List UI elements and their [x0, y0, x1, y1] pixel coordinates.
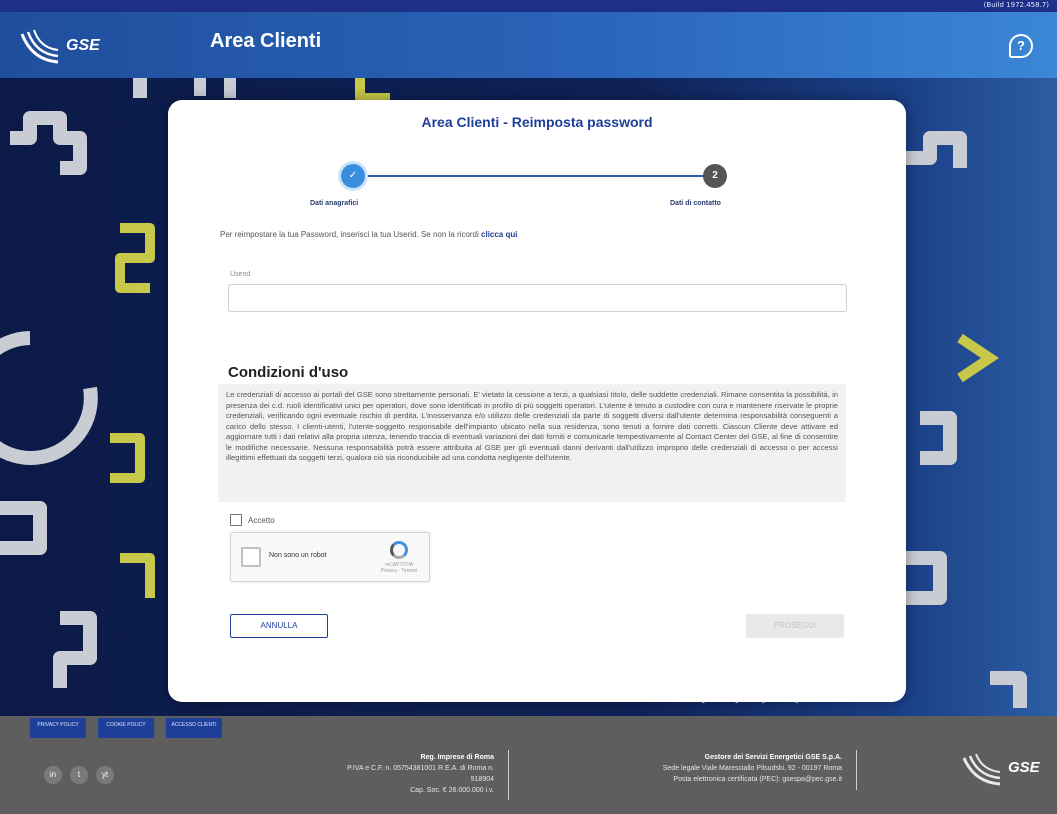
- accept-terms[interactable]: Accetto: [230, 514, 275, 526]
- step-1-checkmark-icon: ✓: [341, 164, 365, 188]
- header: GSE Area Clienti ?: [0, 12, 1057, 78]
- help-icon[interactable]: ?: [1009, 34, 1033, 58]
- terms-title: Condizioni d'uso: [228, 364, 349, 381]
- gse-logo[interactable]: GSE: [18, 26, 108, 68]
- svg-text:GSE: GSE: [1008, 759, 1041, 776]
- intro-message: Per reimpostare la tua Password, inseris…: [220, 230, 479, 239]
- recaptcha-logo-icon: reCAPTCHA Privacy - Termini: [379, 541, 419, 574]
- twitter-icon[interactable]: t: [70, 766, 88, 784]
- recover-userid-link[interactable]: clicca qui: [481, 230, 517, 239]
- terms-text: Le credenziali di accesso ai portali del…: [226, 390, 838, 462]
- footer-divider: [508, 750, 509, 800]
- recaptcha-checkbox[interactable]: [241, 547, 261, 567]
- recaptcha-small-text: reCAPTCHA Privacy - Termini: [380, 562, 418, 574]
- cookie-policy-link[interactable]: COOKIE POLICY: [98, 718, 154, 738]
- reset-password-card: Area Clienti - Reimposta password ✓ 2 Da…: [168, 100, 906, 702]
- privacy-policy-link[interactable]: PRIVACY POLICY: [30, 718, 86, 738]
- card-title: Area Clienti - Reimposta password: [421, 114, 653, 130]
- step-2-label: Dati di contatto: [670, 200, 721, 207]
- company-line-1: Sede legale Viale Maresciallo Pilsudski,…: [662, 765, 842, 772]
- top-strip: (Build 1972.458.7): [0, 0, 1057, 12]
- intro-text: Per reimpostare la tua Password, inseris…: [220, 230, 517, 239]
- recaptcha-widget: Non sono un robot reCAPTCHA Privacy - Te…: [230, 532, 430, 582]
- accesso-clienti-link[interactable]: ACCESSO CLIENTI: [166, 718, 222, 738]
- company-title: Gestore dei Servizi Energetici GSE S.p.A…: [704, 754, 842, 761]
- footer-divider-2: [856, 750, 857, 790]
- footer-gse-logo: GSE: [960, 750, 1050, 790]
- stepper-line: [364, 175, 714, 177]
- userid-label: Userid: [230, 271, 251, 278]
- step-1-label: Dati anagrafici: [310, 200, 359, 207]
- registration-info: Reg. Imprese di Roma P.IVA e C.F. n. 057…: [270, 752, 494, 796]
- proceed-button[interactable]: PROSEGUI: [746, 614, 844, 638]
- company-info: Gestore dei Servizi Energetici GSE S.p.A…: [560, 752, 842, 785]
- cancel-button[interactable]: ANNULLA: [230, 614, 328, 638]
- svg-text:GSE: GSE: [66, 37, 101, 54]
- linkedin-icon[interactable]: in: [44, 766, 62, 784]
- accept-label: Accetto: [248, 515, 275, 525]
- footer: PRIVACY POLICY COOKIE POLICY ACCESSO CLI…: [0, 716, 1057, 814]
- company-line-2: Posta elettronica certificata (PEC): gse…: [673, 776, 842, 783]
- reg-line-1: P.IVA e C.F. n. 05754381001 R.E.A. di Ro…: [347, 765, 494, 772]
- footer-nav: PRIVACY POLICY COOKIE POLICY ACCESSO CLI…: [30, 718, 222, 738]
- terms-box[interactable]: Le credenziali di accesso ai portali del…: [218, 384, 846, 502]
- reg-line-3: Cap. Soc. € 26.000.000 i.v.: [410, 787, 494, 794]
- app-title: Area Clienti: [210, 30, 322, 52]
- version-label: (Build 1972.458.7): [983, 1, 1049, 9]
- reg-line-2: 918904: [470, 776, 494, 783]
- step-2-indicator: 2: [703, 164, 727, 188]
- accept-checkbox[interactable]: [230, 514, 242, 526]
- social-links: in t yt: [44, 766, 114, 784]
- userid-input[interactable]: [228, 284, 847, 312]
- reg-title: Reg. Imprese di Roma: [420, 754, 494, 761]
- recaptcha-label: Non sono un robot: [269, 552, 327, 559]
- youtube-icon[interactable]: yt: [96, 766, 114, 784]
